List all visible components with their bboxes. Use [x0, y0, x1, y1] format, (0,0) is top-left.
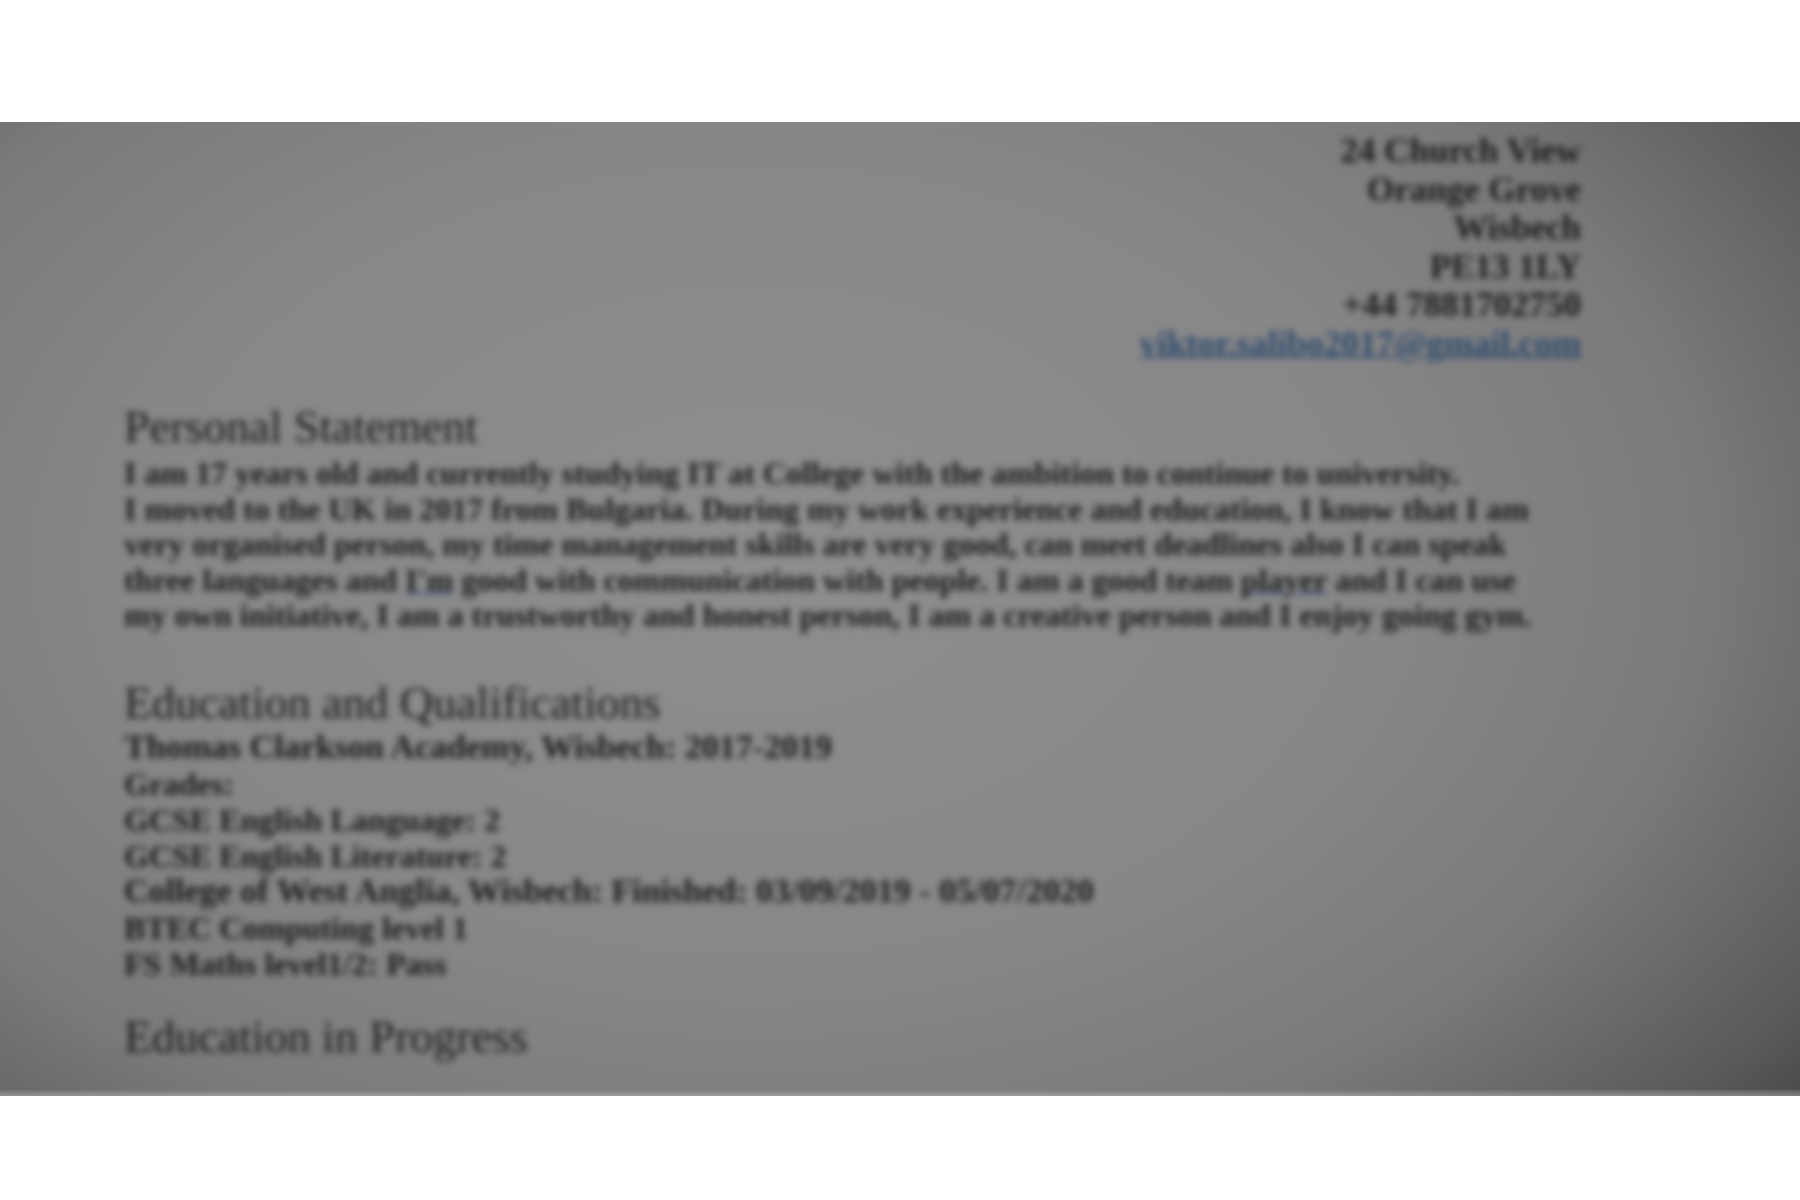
education-line-gcse-literature: GCSE English Literature: 2	[124, 837, 507, 874]
statement-part-b: good with communication with people. I a…	[453, 561, 1241, 598]
spellcheck-word-im[interactable]: I'm	[405, 562, 453, 598]
education-in-progress-heading: Education in Progress	[124, 1010, 528, 1062]
education-line-btec: BTEC Computing level 1	[124, 909, 469, 946]
address-street: 24 Church View	[1340, 131, 1582, 170]
address-block: 24 Church View Orange Grove Wisbech PE13…	[1139, 131, 1582, 364]
education-heading: Education and Qualifications	[124, 676, 661, 728]
email-link[interactable]: viktor.salibo2017@gmail.com	[1139, 324, 1581, 364]
document-viewport: 24 Church View Orange Grove Wisbech PE13…	[0, 122, 1800, 1096]
education-line-gcse-language: GCSE English Language: 2	[124, 801, 501, 838]
personal-statement-text: I am 17 years old and currently studying…	[124, 455, 1564, 634]
education-list: Thomas Clarkson Academy, Wisbech: 2017-2…	[124, 728, 1564, 982]
education-line-grades: Grades:	[124, 765, 235, 802]
education-line-academy: Thomas Clarkson Academy, Wisbech: 2017-2…	[124, 728, 833, 766]
address-area: Orange Grove	[1366, 169, 1581, 209]
viewport-bottom-edge	[0, 1090, 1800, 1096]
spellcheck-word-player[interactable]: player	[1241, 562, 1328, 598]
address-town: Wisbech	[1453, 208, 1581, 247]
education-line-fs-maths: FS Maths level1/2: Pass	[124, 945, 447, 982]
address-postcode: PE13 1LY	[1429, 246, 1581, 286]
statement-line-1: I am 17 years old and currently studying…	[124, 455, 1460, 491]
personal-statement-heading: Personal Statement	[124, 401, 478, 452]
phone-number: +44 7881702750	[1342, 285, 1581, 324]
education-line-college: College of West Anglia, Wisbech: Finishe…	[124, 872, 1094, 910]
cv-page: 24 Church View Orange Grove Wisbech PE13…	[0, 122, 1800, 1096]
cv-content: Personal Statement I am 17 years old and…	[124, 402, 1564, 1062]
